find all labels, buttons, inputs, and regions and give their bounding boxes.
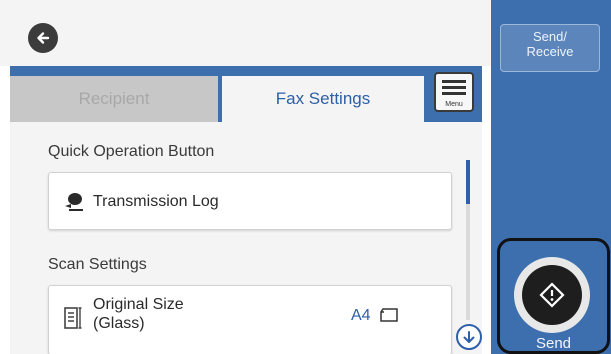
original-size-sublabel: (Glass) — [93, 315, 145, 332]
send-receive-label-line1: Send/ — [533, 29, 567, 44]
menu-button[interactable]: Menu — [434, 72, 474, 112]
transmission-log-button[interactable]: Transmission Log — [48, 172, 452, 230]
tab-fax-settings-label: Fax Settings — [275, 89, 371, 108]
scan-settings-heading: Scan Settings — [48, 256, 147, 273]
tab-recipient-label: Recipient — [78, 89, 150, 108]
settings-panel: Quick Operation Button Transmission Log … — [10, 122, 482, 354]
menu-button-label: Menu — [445, 101, 463, 108]
send-button-core — [522, 265, 582, 325]
send-receive-button[interactable]: Send/ Receive — [500, 24, 600, 72]
menu-icon — [442, 80, 466, 83]
original-size-button[interactable]: Original Size (Glass) A4 — [48, 285, 452, 354]
transmission-log-label: Transmission Log — [93, 193, 219, 210]
original-size-icon — [64, 307, 82, 329]
send-label: Send — [535, 335, 572, 352]
send-button[interactable]: Send — [497, 238, 610, 354]
transmission-log-icon — [65, 193, 83, 211]
header-bar — [0, 0, 491, 66]
start-diamond-icon — [539, 282, 565, 308]
quick-operation-heading: Quick Operation Button — [48, 143, 215, 160]
tab-bar: Recipient Fax Settings Menu — [10, 66, 482, 122]
original-size-label: Original Size — [93, 296, 184, 313]
menu-icon-line — [442, 86, 466, 89]
tab-recipient[interactable]: Recipient — [10, 76, 218, 122]
arrow-down-icon — [463, 331, 475, 343]
paper-orientation-icon — [380, 308, 398, 322]
scrollbar-thumb[interactable] — [466, 160, 470, 204]
send-receive-label-line2: Receive — [526, 44, 574, 59]
scroll-down-button[interactable] — [456, 324, 482, 350]
send-button-ring — [514, 257, 590, 333]
original-size-value: A4 — [351, 307, 371, 324]
tab-fax-settings[interactable]: Fax Settings — [222, 76, 424, 122]
menu-icon-line — [442, 92, 466, 95]
back-button[interactable] — [28, 23, 58, 53]
back-arrow-icon — [37, 32, 50, 44]
